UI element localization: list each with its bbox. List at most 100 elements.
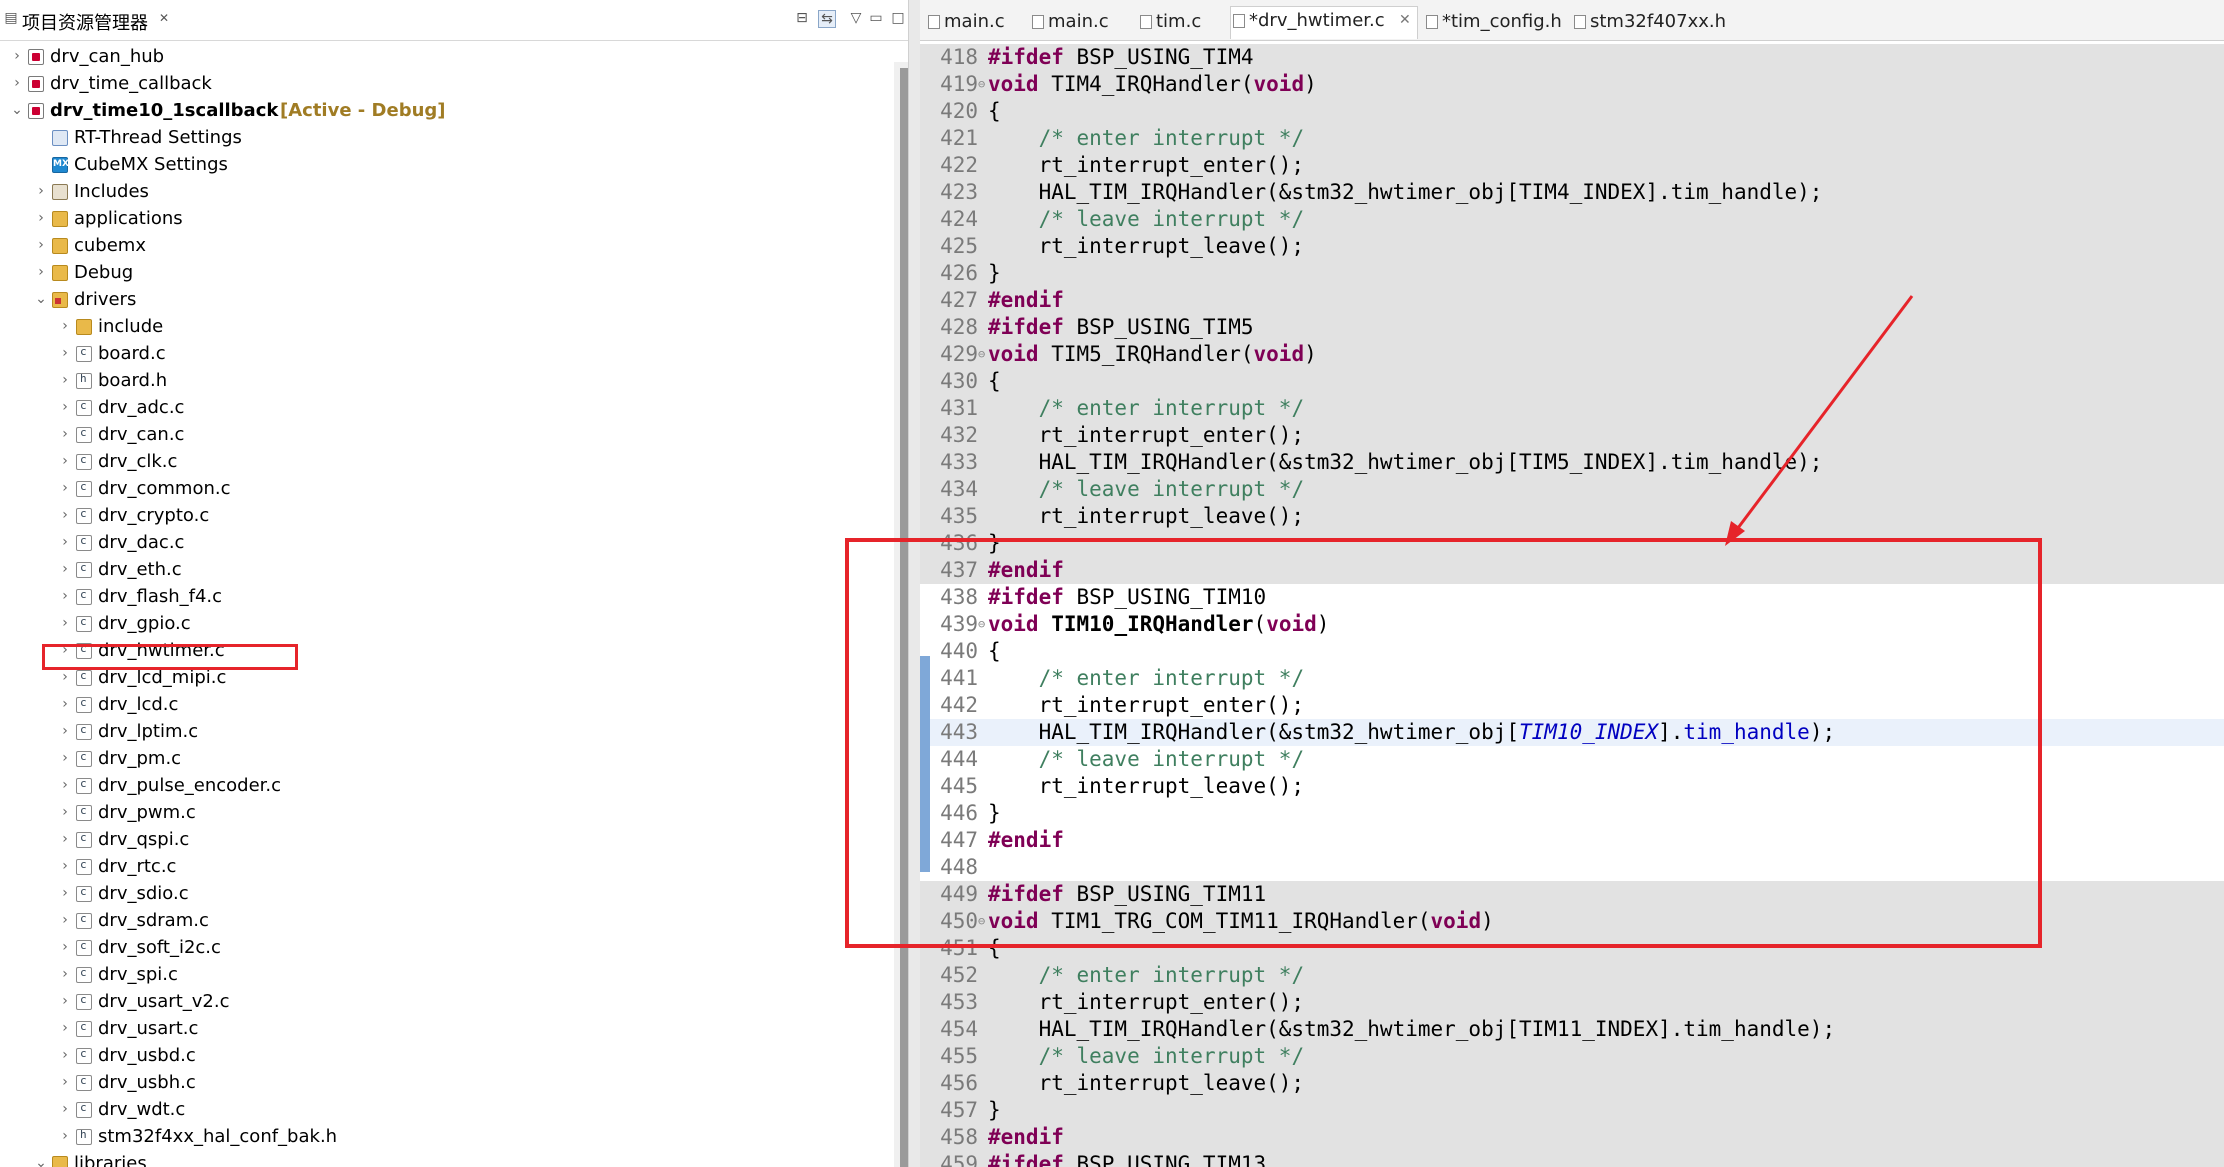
tree-item[interactable]: › drv_clk.c <box>0 449 900 476</box>
chevron-right-icon[interactable]: › <box>58 749 72 767</box>
code-line[interactable]: 442 rt_interrupt_enter(); <box>920 692 2224 719</box>
chevron-right-icon[interactable]: › <box>58 398 72 416</box>
code-line[interactable]: 444 /* leave interrupt */ <box>920 746 2224 773</box>
chevron-right-icon[interactable]: › <box>34 182 48 200</box>
tree-item[interactable]: › cubemx <box>0 233 900 260</box>
code-line[interactable]: 425 rt_interrupt_leave(); <box>920 233 2224 260</box>
tree-item[interactable]: › drv_lcd_mipi.c <box>0 665 900 692</box>
chevron-right-icon[interactable]: › <box>58 452 72 470</box>
code-line[interactable]: 459 #ifdef BSP_USING_TIM13 <box>920 1151 2224 1167</box>
tree-item[interactable]: › board.h <box>0 368 900 395</box>
editor-tab[interactable]: *drv_hwtimer.c ✕ <box>1230 6 1418 39</box>
tree-item[interactable]: › drv_hwtimer.c <box>0 638 900 665</box>
maximize-icon[interactable]: □ <box>890 10 906 26</box>
tree-item[interactable]: › drv_pm.c <box>0 746 900 773</box>
tree-item[interactable]: ⌄ drv_time10_1scallback [Active - Debug] <box>0 98 900 125</box>
chevron-right-icon[interactable]: › <box>58 776 72 794</box>
chevron-right-icon[interactable]: › <box>34 263 48 281</box>
code-line[interactable]: 446} <box>920 800 2224 827</box>
chevron-right-icon[interactable]: › <box>58 803 72 821</box>
chevron-right-icon[interactable]: › <box>58 506 72 524</box>
collapse-all-icon[interactable]: ⊟ <box>794 10 810 26</box>
chevron-right-icon[interactable]: › <box>58 479 72 497</box>
chevron-right-icon[interactable]: › <box>58 668 72 686</box>
chevron-down-icon[interactable]: ⌄ <box>10 101 24 119</box>
chevron-right-icon[interactable]: › <box>58 1100 72 1118</box>
code-line[interactable]: 427 #endif <box>920 287 2224 314</box>
code-line[interactable]: 433 HAL_TIM_IRQHandler(&stm32_hwtimer_ob… <box>920 449 2224 476</box>
chevron-down-icon[interactable]: ⌄ <box>34 1154 48 1167</box>
tree-item[interactable]: › stm32f4xx_hal_conf_bak.h <box>0 1124 900 1151</box>
chevron-right-icon[interactable]: › <box>58 884 72 902</box>
code-line[interactable]: 430 { <box>920 368 2224 395</box>
chevron-right-icon[interactable]: › <box>58 614 72 632</box>
code-line[interactable]: 434 /* leave interrupt */ <box>920 476 2224 503</box>
tree-item[interactable]: › applications <box>0 206 900 233</box>
chevron-right-icon[interactable]: › <box>58 965 72 983</box>
chevron-down-icon[interactable]: ⌄ <box>34 290 48 308</box>
tree-item[interactable]: › drv_crypto.c <box>0 503 900 530</box>
code-line[interactable]: 422 rt_interrupt_enter(); <box>920 152 2224 179</box>
code-line[interactable]: 455 /* leave interrupt */ <box>920 1043 2224 1070</box>
tree-item[interactable]: › include <box>0 314 900 341</box>
code-line[interactable]: 426} <box>920 260 2224 287</box>
tree-item[interactable]: › drv_spi.c <box>0 962 900 989</box>
chevron-right-icon[interactable]: › <box>58 344 72 362</box>
tree-item[interactable]: › drv_wdt.c <box>0 1097 900 1124</box>
chevron-right-icon[interactable]: › <box>58 857 72 875</box>
code-line[interactable]: 437 #endif <box>920 557 2224 584</box>
chevron-right-icon[interactable]: › <box>10 47 24 65</box>
tree-item[interactable]: › drv_time_callback <box>0 71 900 98</box>
code-line[interactable]: 423 HAL_TIM_IRQHandler(&stm32_hwtimer_ob… <box>920 179 2224 206</box>
code-line[interactable]: 457} <box>920 1097 2224 1124</box>
tree-item[interactable]: › drv_sdio.c <box>0 881 900 908</box>
chevron-right-icon[interactable]: › <box>58 317 72 335</box>
tree-item[interactable]: › drv_eth.c <box>0 557 900 584</box>
tree-item[interactable]: › drv_lcd.c <box>0 692 900 719</box>
chevron-right-icon[interactable]: › <box>58 695 72 713</box>
chevron-right-icon[interactable]: › <box>58 371 72 389</box>
tree-item[interactable]: RT-Thread Settings <box>0 125 900 152</box>
code-line[interactable]: 443 HAL_TIM_IRQHandler(&stm32_hwtimer_ob… <box>920 719 2224 746</box>
view-menu-icon[interactable]: ▽ <box>848 10 864 26</box>
code-line[interactable]: 435 rt_interrupt_leave(); <box>920 503 2224 530</box>
close-icon[interactable]: ✕ <box>156 10 172 26</box>
chevron-right-icon[interactable]: › <box>58 1046 72 1064</box>
fold-toggle-icon[interactable]: ⊖ <box>978 611 988 638</box>
code-line[interactable]: 445 rt_interrupt_leave(); <box>920 773 2224 800</box>
tree-item[interactable]: › drv_soft_i2c.c <box>0 935 900 962</box>
tree-item[interactable]: ⌄ drivers <box>0 287 900 314</box>
tree-item[interactable]: › board.c <box>0 341 900 368</box>
code-line[interactable]: 456 rt_interrupt_leave(); <box>920 1070 2224 1097</box>
chevron-right-icon[interactable]: › <box>10 74 24 92</box>
code-line[interactable]: 454 HAL_TIM_IRQHandler(&stm32_hwtimer_ob… <box>920 1016 2224 1043</box>
fold-toggle-icon[interactable]: ⊖ <box>978 908 988 935</box>
code-line[interactable]: 428 #ifdef BSP_USING_TIM5 <box>920 314 2224 341</box>
tree-item[interactable]: › drv_lptim.c <box>0 719 900 746</box>
fold-toggle-icon[interactable]: ⊖ <box>978 71 988 98</box>
chevron-right-icon[interactable]: › <box>58 425 72 443</box>
tree-item[interactable]: › drv_gpio.c <box>0 611 900 638</box>
code-area[interactable]: 418 #ifdef BSP_USING_TIM4 419 ⊖ void TIM4_IR… <box>920 44 2224 1167</box>
link-with-editor-icon[interactable]: ⇆ <box>818 10 836 28</box>
tree-item[interactable]: ⌄ libraries <box>0 1151 900 1167</box>
code-line[interactable]: 438 #ifdef BSP_USING_TIM10 <box>920 584 2224 611</box>
code-line[interactable]: 447 #endif <box>920 827 2224 854</box>
code-line[interactable]: 458 #endif <box>920 1124 2224 1151</box>
chevron-right-icon[interactable]: › <box>58 1073 72 1091</box>
chevron-right-icon[interactable]: › <box>58 1019 72 1037</box>
code-line[interactable]: 419 ⊖ void TIM4_IRQHandler(void) <box>920 71 2224 98</box>
code-line[interactable]: 432 rt_interrupt_enter(); <box>920 422 2224 449</box>
chevron-right-icon[interactable]: › <box>58 641 72 659</box>
editor-tab[interactable]: main.c <box>926 8 1024 40</box>
close-icon[interactable]: ✕ <box>1399 12 1411 28</box>
chevron-right-icon[interactable]: › <box>58 533 72 551</box>
tree-item[interactable]: › drv_usart_v2.c <box>0 989 900 1016</box>
chevron-right-icon[interactable]: › <box>58 587 72 605</box>
chevron-right-icon[interactable]: › <box>34 236 48 254</box>
tree-item[interactable]: › drv_can.c <box>0 422 900 449</box>
tree-item[interactable]: › drv_rtc.c <box>0 854 900 881</box>
tree-item[interactable]: › drv_can_hub <box>0 44 900 71</box>
tree-item[interactable]: › Debug <box>0 260 900 287</box>
chevron-right-icon[interactable]: › <box>58 938 72 956</box>
